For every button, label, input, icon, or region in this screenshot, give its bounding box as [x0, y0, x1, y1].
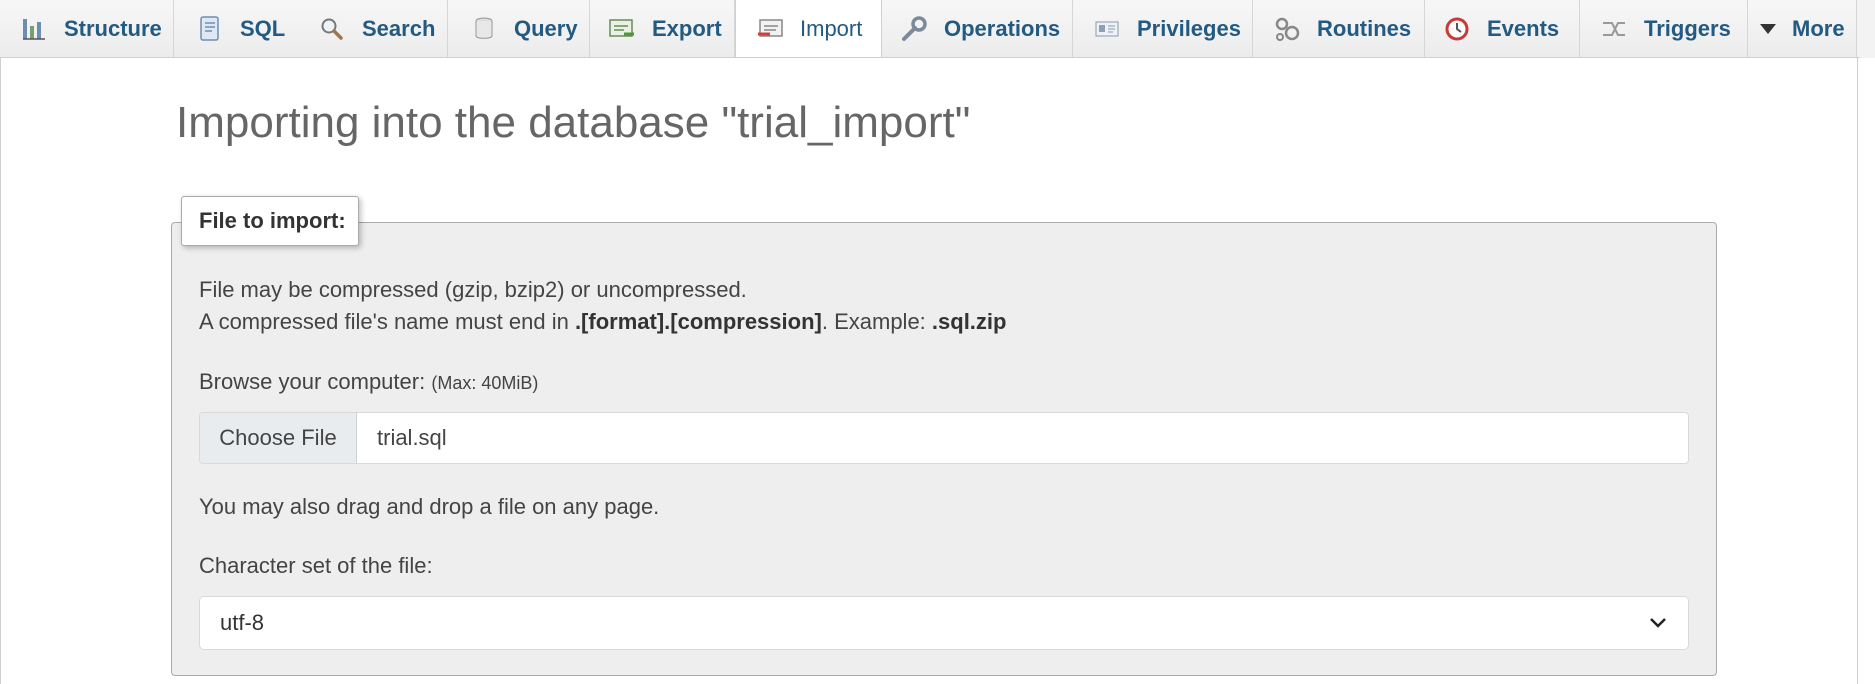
tab-label: Search — [362, 15, 436, 41]
filename-note-prefix: A compressed file's name must end in — [199, 309, 575, 334]
search-icon — [318, 15, 346, 43]
tab-label: Triggers — [1644, 15, 1731, 41]
filename-note-mid: . Example: — [821, 309, 932, 334]
clock-icon — [1443, 15, 1471, 43]
tab-events[interactable]: Events — [1425, 0, 1580, 57]
charset-selected-value: utf-8 — [220, 610, 265, 635]
tab-bar: Structure SQL Search Query Export Import — [0, 0, 1875, 58]
tab-label: More — [1792, 15, 1845, 41]
choose-file-button[interactable]: Choose File — [200, 413, 357, 463]
charset-label: Character set of the file: — [199, 553, 433, 578]
privileges-icon — [1093, 15, 1121, 43]
file-input[interactable]: Choose File trial.sql — [199, 412, 1689, 464]
drag-drop-note: You may also drag and drop a file on any… — [199, 494, 660, 519]
page-title: Importing into the database "trial_impor… — [176, 98, 971, 147]
tab-label: Export — [652, 15, 722, 41]
page-border — [1857, 0, 1858, 684]
tab-label: Operations — [944, 15, 1061, 41]
max-size-note: (Max: 40MiB) — [431, 373, 539, 393]
import-icon — [756, 15, 784, 43]
charset-select[interactable]: utf-8 — [199, 596, 1689, 650]
wrench-icon — [900, 15, 928, 43]
tab-import[interactable]: Import — [735, 0, 882, 58]
tab-label: SQL — [240, 15, 286, 41]
triggers-icon — [1600, 15, 1628, 43]
compression-note: File may be compressed (gzip, bzip2) or … — [199, 277, 747, 302]
tab-operations[interactable]: Operations — [882, 0, 1073, 57]
tab-label: Import — [800, 16, 863, 41]
selected-file-name: trial.sql — [377, 425, 447, 450]
tab-label: Routines — [1317, 15, 1412, 41]
caret-down-icon — [1758, 15, 1778, 43]
tab-routines[interactable]: Routines — [1253, 0, 1425, 57]
structure-icon — [20, 15, 48, 43]
tab-more[interactable]: More — [1748, 0, 1857, 57]
tab-label: Query — [514, 15, 578, 41]
tab-structure[interactable]: Structure — [0, 0, 174, 57]
tab-privileges[interactable]: Privileges — [1073, 0, 1253, 57]
tab-search[interactable]: Search — [298, 0, 448, 57]
filename-format: .[format].[compression] — [574, 309, 822, 334]
browse-label: Browse your computer: — [199, 369, 426, 394]
tab-query[interactable]: Query — [448, 0, 590, 57]
tab-label: Events — [1487, 15, 1560, 41]
fieldset-legend: File to import: — [181, 196, 359, 246]
tab-label: Privileges — [1137, 15, 1241, 41]
filename-note: A compressed file's name must end in .[f… — [199, 309, 1006, 335]
routines-icon — [1273, 15, 1301, 43]
export-icon — [608, 15, 636, 43]
tab-triggers[interactable]: Triggers — [1580, 0, 1748, 57]
chevron-down-icon — [1648, 610, 1668, 636]
filename-example: .sql.zip — [931, 309, 1007, 334]
browse-label-row: Browse your computer: (Max: 40MiB) — [199, 369, 538, 395]
tab-bar-border — [0, 57, 1860, 58]
sql-icon — [196, 15, 224, 43]
tab-label: Structure — [64, 15, 162, 41]
tab-export[interactable]: Export — [590, 0, 735, 57]
query-icon — [470, 15, 498, 43]
page-border — [0, 0, 1, 684]
